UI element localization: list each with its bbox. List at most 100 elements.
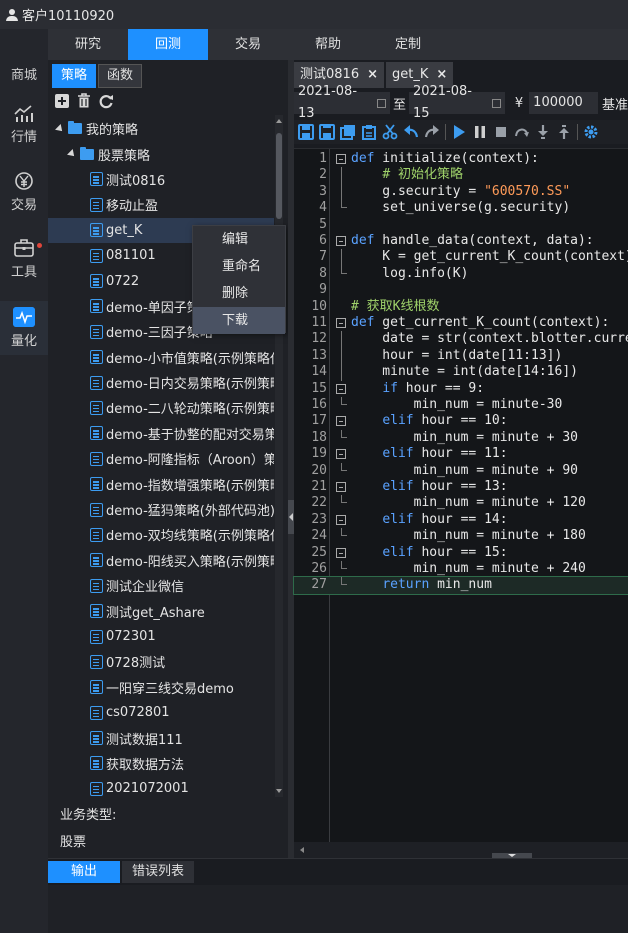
strategy-item[interactable]: 测试get_Ashare [48, 598, 274, 623]
code-line[interactable]: 18 min_num = minute + 30 [294, 429, 628, 446]
code-line[interactable]: 14 minute = int(date[14:16]) [294, 364, 628, 381]
run-icon[interactable] [451, 124, 467, 140]
step-over-icon[interactable] [514, 124, 530, 140]
fold-toggle-icon[interactable] [336, 154, 346, 164]
code-line[interactable]: 15 if hour == 9: [294, 381, 628, 397]
fold-toggle-icon[interactable] [336, 236, 346, 246]
strategy-item[interactable]: demo-小市值策略(示例策略仅 [48, 345, 274, 370]
scroll-down-icon[interactable] [276, 789, 282, 793]
code-line[interactable]: 23 elif hour == 14: [294, 512, 628, 528]
code-line[interactable]: 8 log.info(K) [294, 265, 628, 282]
menu-item-delete[interactable]: 删除 [193, 280, 285, 307]
tab-research[interactable]: 研究 [48, 29, 128, 60]
strategy-item[interactable]: demo-日内交易策略(示例策略 [48, 370, 274, 395]
strategy-item[interactable]: 移动止盈 [48, 192, 274, 217]
settings-icon[interactable] [583, 124, 599, 140]
code-line[interactable]: 17 elif hour == 10: [294, 413, 628, 429]
copy-icon[interactable] [340, 124, 356, 140]
save-icon[interactable] [298, 124, 314, 140]
strategy-item[interactable]: 测试企业微信 [48, 573, 274, 598]
code-line[interactable]: 4 set_universe(g.security) [294, 200, 628, 216]
cut-icon[interactable] [382, 124, 398, 140]
undo-icon[interactable] [403, 124, 419, 140]
close-icon[interactable]: × [367, 67, 378, 82]
menu-item-rename[interactable]: 重命名 [193, 253, 285, 280]
code-line[interactable]: 7 K = get_current_K_count(context) [294, 249, 628, 266]
trash-icon[interactable] [76, 93, 92, 109]
subtab-function[interactable]: 函数 [98, 64, 142, 88]
add-icon[interactable] [54, 93, 70, 109]
strategy-item[interactable]: demo-二八轮动策略(示例策略 [48, 395, 274, 420]
tab-trade[interactable]: 交易 [208, 29, 288, 60]
rail-item-trade[interactable]: 交易 [0, 171, 48, 213]
code-line[interactable]: 13 hour = int(date[11:13]) [294, 347, 628, 365]
fold-toggle-icon[interactable] [336, 482, 346, 492]
code-line[interactable]: 2 # 初始化策略 [294, 167, 628, 184]
subtab-strategy[interactable]: 策略 [52, 64, 96, 88]
folder-stock-strategies[interactable]: 股票策略 [48, 141, 274, 166]
code-line[interactable]: 21 elif hour == 13: [294, 479, 628, 495]
menu-item-download[interactable]: 下载 [193, 307, 285, 334]
code-line[interactable]: 5 [294, 217, 628, 233]
capital-input[interactable]: 100000 [529, 92, 598, 114]
code-editor[interactable]: 1 def initialize(context): 2 # 初始化策略 3 g.se… [293, 148, 628, 843]
paste-icon[interactable] [361, 124, 377, 140]
code-line[interactable]: 25 elif hour == 15: [294, 545, 628, 561]
code-line[interactable]: 19 elif hour == 11: [294, 446, 628, 462]
code-line[interactable]: 22 min_num = minute + 120 [294, 495, 628, 511]
strategy-item[interactable]: demo-双均线策略(示例策略仅 [48, 522, 274, 547]
strategy-item[interactable]: cs072801 [48, 700, 274, 725]
strategy-item[interactable]: 一阳穿三线交易demo [48, 675, 274, 700]
calendar-icon[interactable] [492, 98, 501, 108]
tree-scrollbar[interactable] [275, 115, 283, 797]
scroll-thumb[interactable] [276, 133, 282, 219]
fold-toggle-icon[interactable] [336, 416, 346, 427]
stop-icon[interactable] [493, 124, 509, 140]
editor-hscrollbar[interactable] [294, 842, 628, 858]
fold-toggle-icon[interactable] [336, 318, 346, 328]
scroll-up-icon[interactable] [276, 119, 282, 123]
step-out-icon[interactable] [556, 124, 572, 140]
tab-backtest[interactable]: 回测 [128, 29, 208, 60]
redo-icon[interactable] [424, 124, 440, 140]
code-line[interactable]: 6 def handle_data(context, data): [294, 233, 628, 249]
strategy-item[interactable]: 0728测试 [48, 649, 274, 674]
rail-item-shop[interactable]: 商城 [0, 64, 48, 83]
rail-item-market[interactable]: 行情 [0, 103, 48, 145]
strategy-item[interactable]: demo-阳线买入策略(示例策略 [48, 548, 274, 573]
strategy-item[interactable]: 测试数据111 [48, 725, 274, 750]
strategy-item[interactable]: 测试0816 [48, 167, 274, 192]
calendar-icon[interactable] [377, 98, 386, 108]
strategy-item[interactable]: 2021072001 [48, 776, 274, 801]
code-line[interactable]: 1 def initialize(context): [294, 151, 628, 167]
rail-item-tools[interactable]: 工具 [0, 238, 48, 280]
tab-custom[interactable]: 定制 [368, 29, 448, 60]
strategy-item[interactable]: 获取数据方法 [48, 751, 274, 776]
tab-help[interactable]: 帮助 [288, 29, 368, 60]
fold-toggle-icon[interactable] [336, 514, 346, 525]
tab-output[interactable]: 输出 [48, 861, 120, 883]
strategy-item[interactable]: demo-指数增强策略(示例策略 [48, 471, 274, 496]
menu-item-edit[interactable]: 编辑 [193, 226, 285, 253]
start-date-field[interactable]: 2021-08-13 [294, 84, 390, 121]
step-into-icon[interactable] [535, 124, 551, 140]
refresh-icon[interactable] [98, 93, 114, 109]
rail-item-quant[interactable]: 量化 [0, 301, 48, 355]
fold-toggle-icon[interactable] [336, 547, 346, 558]
pause-icon[interactable] [472, 124, 488, 140]
code-line[interactable]: 9 [294, 282, 628, 298]
end-date-field[interactable]: 2021-08-15 [408, 84, 505, 121]
code-line[interactable]: 20 min_num = minute + 90 [294, 462, 628, 479]
strategy-item[interactable]: 072301 [48, 624, 274, 649]
code-line[interactable]: 16 min_num = minute-30 [294, 397, 628, 413]
fold-toggle-icon[interactable] [336, 449, 346, 460]
folder-my-strategies[interactable]: 我的策略 [48, 116, 274, 141]
strategy-item[interactable]: demo-基于协整的配对交易策略 [48, 421, 274, 446]
code-line[interactable]: 24 min_num = minute + 180 [294, 528, 628, 544]
code-line[interactable]: 26 min_num = minute + 240 [294, 561, 628, 577]
scroll-left-icon[interactable] [300, 847, 304, 853]
code-line[interactable]: 10 # 获取K线根数 [294, 299, 628, 315]
tab-error-list[interactable]: 错误列表 [122, 861, 194, 883]
fold-toggle-icon[interactable] [336, 383, 346, 394]
code-line[interactable]: 12 date = str(context.blotter.current [294, 331, 628, 348]
